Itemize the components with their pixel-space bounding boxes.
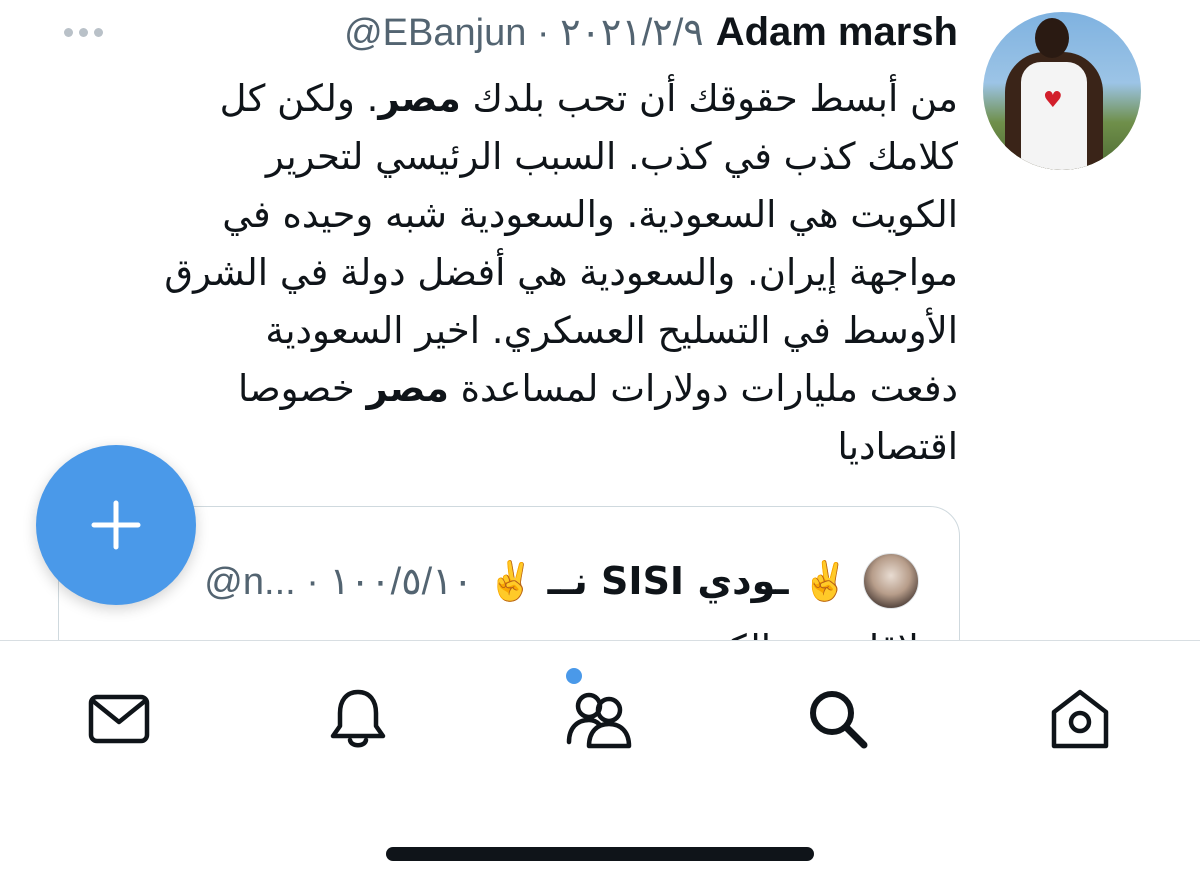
tweet-line-2: كلامك كذب في كذب. السبب الرئيسي لتحرير xyxy=(265,135,958,178)
quoted-author-meta: @n... · ١٠٠/٥/١٠ xyxy=(204,560,474,603)
author-avatar[interactable]: ♥ xyxy=(983,12,1141,170)
tweet-text: من أبسط حقوقك أن تحب بلدك مصر. ولكن كل ك… xyxy=(28,70,958,476)
home-icon xyxy=(1051,689,1109,749)
quoted-tweet-text: لاقات مع الكويت xyxy=(663,627,919,640)
tab-notifications[interactable] xyxy=(320,681,396,757)
bell-icon xyxy=(330,689,386,748)
quoted-tweet-header: ✌️ نــ SISI ـودي ✌️ @n... · ١٠٠/٥/١٠ xyxy=(204,553,919,609)
tweet-line-5: الأوسط في التسليح العسكري. اخير السعودية xyxy=(265,309,958,352)
compose-tweet-button[interactable] xyxy=(36,445,196,605)
search-icon xyxy=(810,691,868,749)
tab-messages[interactable] xyxy=(81,681,157,757)
tweet-line-6: دفعت مليارات دولارات لمساعدة مصر خصوصا xyxy=(237,367,958,410)
tab-communities[interactable] xyxy=(561,681,637,757)
quoted-author-avatar xyxy=(863,553,919,609)
mail-icon xyxy=(88,694,150,744)
tweet-line-4: مواجهة إيران. والسعودية هي أفضل دولة في … xyxy=(164,251,958,294)
tweet-line-1: من أبسط حقوقك أن تحب بلدك مصر. ولكن كل xyxy=(219,77,958,120)
hashtag-word[interactable]: مصر xyxy=(366,367,448,410)
people-icon xyxy=(566,692,632,749)
avatar-head xyxy=(1035,18,1069,58)
tab-search[interactable] xyxy=(800,681,876,757)
avatar-shirt xyxy=(1021,62,1087,170)
author-name[interactable]: Adam marsh xyxy=(716,10,958,55)
bottom-tab-bar xyxy=(0,640,1200,881)
hashtag-word[interactable]: مصر xyxy=(378,77,460,120)
tweet-header: @EBanjun · ٢٠٢١/٢/٩ Adam marsh xyxy=(344,10,958,58)
more-dots-icon[interactable] xyxy=(64,26,108,38)
quoted-author-name: ✌️ نــ SISI ـودي ✌️ xyxy=(487,558,849,603)
plus-icon xyxy=(91,500,141,550)
home-indicator[interactable] xyxy=(386,847,814,861)
heart-icon: ♥ xyxy=(1043,88,1063,113)
tab-home[interactable] xyxy=(1042,681,1118,757)
tweet-line-3: الكويت هي السعودية. والسعودية شبه وحيده … xyxy=(222,193,958,236)
author-meta[interactable]: @EBanjun · ٢٠٢١/٢/٩ xyxy=(344,10,704,55)
